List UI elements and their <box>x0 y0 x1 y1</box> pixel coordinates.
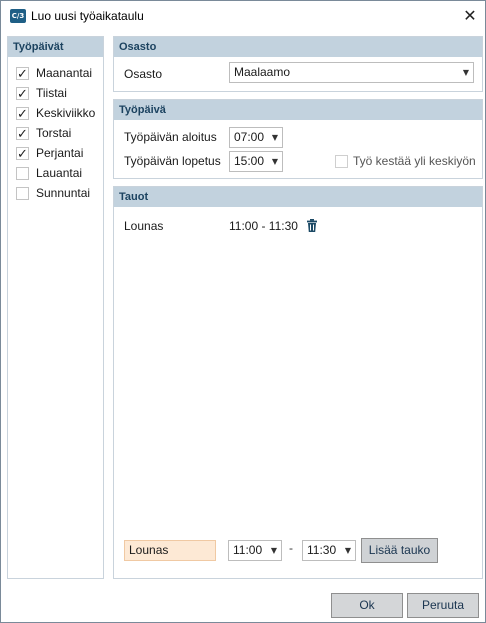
chevron-down-icon: ▼ <box>344 546 351 555</box>
break-start-value: 11:00 <box>233 543 263 557</box>
department-select[interactable]: Maalaamo ▼ <box>229 62 474 83</box>
day-item[interactable]: Keskiviikko <box>8 103 103 125</box>
workday-panel: Työpäivä Työpäivän aloitus 07:00 ▼ Työpä… <box>113 99 483 179</box>
close-icon[interactable]: ✕ <box>457 4 483 28</box>
ok-button[interactable]: Ok <box>331 593 403 618</box>
department-panel: Osasto Osasto Maalaamo ▼ <box>113 36 483 92</box>
department-label: Osasto <box>124 67 163 81</box>
window-title: Luo uusi työaikataulu <box>31 9 144 23</box>
department-header: Osasto <box>114 37 482 57</box>
day-checkbox[interactable] <box>16 105 29 125</box>
chevron-down-icon: ▼ <box>270 546 277 555</box>
day-checkbox[interactable] <box>16 65 29 85</box>
workdays-list: Maanantai Tiistai Keskiviikko Torstai Perjan… <box>8 63 103 203</box>
day-item[interactable]: Sunnuntai <box>8 183 103 203</box>
break-name: Lounas <box>124 219 164 233</box>
breaks-header: Tauot <box>114 187 482 207</box>
cancel-button[interactable]: Peruuta <box>407 593 479 618</box>
trash-icon[interactable] <box>307 219 317 232</box>
day-checkbox[interactable] <box>16 85 29 105</box>
day-label: Torstai <box>36 126 72 140</box>
end-time-label: Työpäivän lopetus <box>124 154 221 168</box>
overnight-checkbox[interactable] <box>335 155 348 168</box>
app-logo-icon: C/3 <box>10 9 26 23</box>
day-checkbox[interactable] <box>16 145 29 165</box>
time-separator: - <box>289 541 293 555</box>
day-label: Tiistai <box>36 86 67 100</box>
chevron-down-icon: ▼ <box>271 133 278 142</box>
workday-header: Työpäivä <box>114 100 482 120</box>
end-time-select[interactable]: 15:00 ▼ <box>229 151 283 172</box>
day-item[interactable]: Lauantai <box>8 163 103 183</box>
day-label: Sunnuntai <box>36 186 91 200</box>
chevron-down-icon: ▼ <box>271 157 278 166</box>
start-time-value: 07:00 <box>234 130 265 144</box>
break-name-input[interactable]: Lounas <box>124 540 216 561</box>
day-label: Perjantai <box>36 146 84 160</box>
overnight-label: Työ kestää yli keskiyön <box>353 154 476 168</box>
day-item[interactable]: Maanantai <box>8 63 103 85</box>
start-time-label: Työpäivän aloitus <box>124 130 217 144</box>
workdays-header: Työpäivät <box>8 37 103 57</box>
day-label: Lauantai <box>36 166 83 180</box>
chevron-down-icon: ▼ <box>462 68 469 77</box>
break-end-value: 11:30 <box>307 543 337 557</box>
day-label: Maanantai <box>36 66 93 80</box>
day-label: Keskiviikko <box>36 106 96 120</box>
day-checkbox[interactable] <box>16 167 29 180</box>
break-start-select[interactable]: 11:00 ▼ <box>228 540 282 561</box>
end-time-value: 15:00 <box>234 154 265 168</box>
day-item[interactable]: Tiistai <box>8 83 103 105</box>
day-item[interactable]: Perjantai <box>8 143 103 165</box>
break-end-select[interactable]: 11:30 ▼ <box>302 540 356 561</box>
break-time: 11:00 - 11:30 <box>229 219 298 233</box>
department-select-value: Maalaamo <box>234 65 291 79</box>
start-time-select[interactable]: 07:00 ▼ <box>229 127 283 148</box>
day-checkbox[interactable] <box>16 187 29 200</box>
day-item[interactable]: Torstai <box>8 123 103 145</box>
title-bar[interactable]: C/3 Luo uusi työaikataulu ✕ <box>1 1 485 31</box>
workdays-panel: Työpäivät Maanantai Tiistai Keskiviikko Tor… <box>7 36 104 579</box>
breaks-panel: Tauot Lounas 11:00 - 11:30 Lounas 11:00 … <box>113 186 483 579</box>
add-break-button[interactable]: Lisää tauko <box>361 538 438 563</box>
day-checkbox[interactable] <box>16 125 29 145</box>
dialog-window: C/3 Luo uusi työaikataulu ✕ Työpäivät Ma… <box>0 0 486 623</box>
